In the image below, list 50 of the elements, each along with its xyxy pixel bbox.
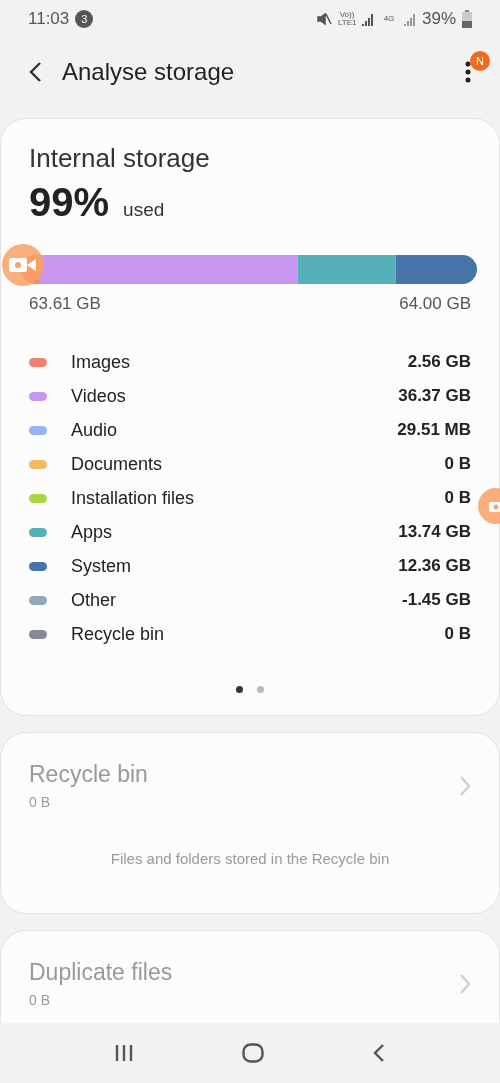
category-size: 0 B <box>444 624 471 644</box>
category-name: Installation files <box>71 487 196 509</box>
category-name: Apps <box>71 521 114 543</box>
category-size: 36.37 GB <box>398 386 471 406</box>
signal-icon <box>361 12 374 26</box>
camera-icon <box>489 500 500 512</box>
category-size: 0 B <box>444 454 471 474</box>
category-name: Documents <box>71 453 164 475</box>
card-title: Internal storage <box>29 143 211 174</box>
category-name: Videos <box>71 385 127 407</box>
category-size: 29.51 MB <box>397 420 471 440</box>
battery-percent: 39% <box>421 9 456 29</box>
option-description: Files and folders stored in the Recycle bin <box>109 850 391 867</box>
category-size: 13.74 GB <box>398 522 471 542</box>
category-size: -1.45 GB <box>402 590 471 610</box>
used-amount: 63.61 GB <box>29 294 101 314</box>
back-icon[interactable] <box>372 1043 386 1063</box>
category-name: Recycle bin <box>71 623 166 645</box>
recent-apps-icon[interactable] <box>114 1044 134 1062</box>
option-title: Recycle bin <box>29 761 149 788</box>
option-size: 0 B <box>29 794 51 810</box>
page-dot[interactable] <box>257 686 264 693</box>
category-size: 0 B <box>444 488 471 508</box>
category-name: Audio <box>71 419 119 441</box>
chevron-right-icon <box>459 774 471 797</box>
new-badge: N <box>470 51 490 71</box>
option-title: Duplicate files <box>29 959 174 986</box>
chevron-right-icon <box>459 972 471 995</box>
video-camera-icon <box>9 256 37 274</box>
option-size: 0 B <box>29 992 51 1008</box>
category-name: Images <box>71 351 132 373</box>
page-dot[interactable] <box>236 686 243 693</box>
usage-label: used <box>123 199 165 221</box>
total-amount: 64.00 GB <box>399 294 471 314</box>
battery-icon <box>462 10 472 28</box>
clock: 11:03 <box>28 9 70 29</box>
back-icon[interactable] <box>28 61 42 83</box>
more-options-icon[interactable] <box>465 61 471 83</box>
category-name: Other <box>71 589 118 611</box>
usage-percent: 99% <box>29 180 110 225</box>
notification-count: 3 <box>75 10 94 28</box>
network-label: 4G <box>382 15 396 23</box>
category-size: 12.36 GB <box>398 556 471 576</box>
category-size: 2.56 GB <box>407 352 471 372</box>
category-name: System <box>71 555 132 577</box>
signal-icon <box>403 12 416 26</box>
page-title: Analyse storage <box>62 58 235 86</box>
mute-icon <box>315 11 332 27</box>
home-icon[interactable] <box>242 1043 264 1063</box>
volte-label: Vo)) LTE1 <box>337 11 356 27</box>
